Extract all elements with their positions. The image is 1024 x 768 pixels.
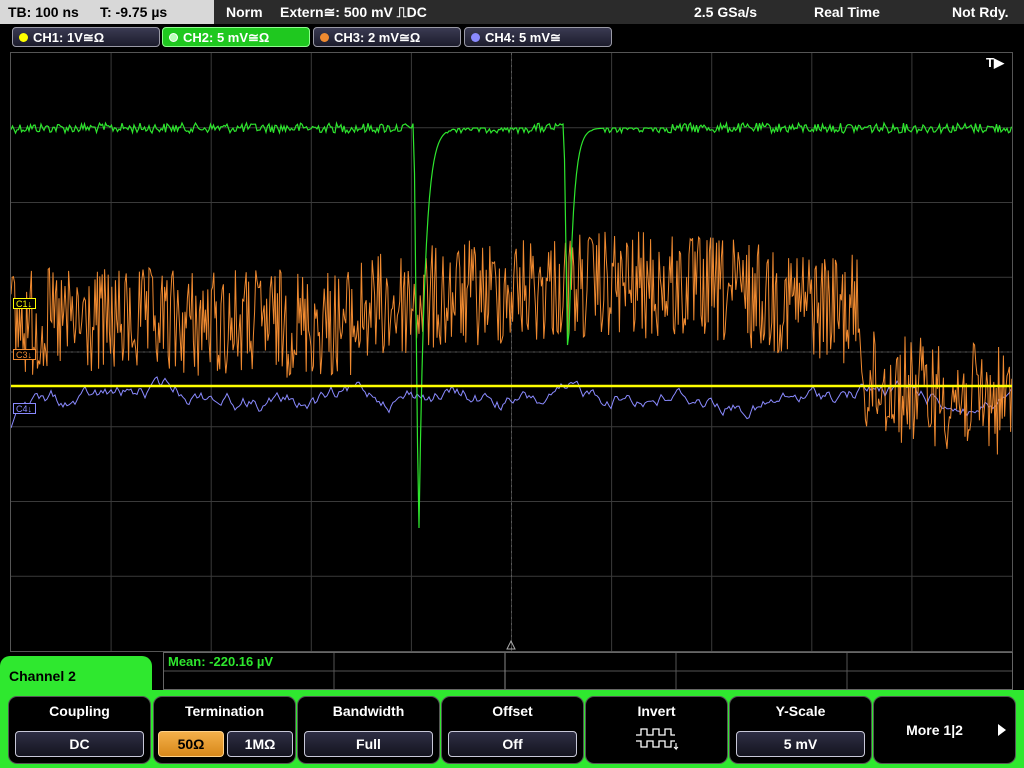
ready-state: Not Rdy. [952, 4, 1009, 20]
ch4-dot-icon [471, 33, 480, 42]
trigger-marker-icon: T▶ [986, 55, 1004, 70]
measurement-panel: Mean: -220.16 µV [163, 652, 1013, 690]
ch1-dot-icon [19, 33, 28, 42]
offset-softkey[interactable]: Offset Off [441, 696, 584, 764]
termination-softkey[interactable]: Termination 50Ω 1MΩ [153, 696, 296, 764]
menu-title: Channel 2 [9, 668, 76, 684]
trigger-mode[interactable]: Norm [226, 0, 263, 24]
tab-ch1[interactable]: CH1: 1V≅Ω [12, 27, 160, 47]
termination-50ohm-button[interactable]: 50Ω [158, 731, 224, 757]
more-softkey[interactable]: More 1|2 [873, 696, 1016, 764]
timebase-box[interactable]: TB: 100 ns T: -9.75 µs [0, 0, 214, 24]
acquisition-mode: Real Time [814, 4, 880, 20]
ch3-label: CH3: 2 mV≅Ω [334, 30, 421, 45]
termination-1mohm-button[interactable]: 1MΩ [227, 731, 293, 757]
sample-rate: 2.5 GSa/s [694, 4, 758, 20]
ch4-level-marker[interactable]: C4↓ [13, 403, 37, 414]
ch3-level-marker[interactable]: C3↓ [13, 349, 37, 360]
tab-ch3[interactable]: CH3: 2 mV≅Ω [313, 27, 461, 47]
ch1-level-marker[interactable]: C1↓ [13, 298, 37, 309]
y-scale-title: Y-Scale [775, 703, 826, 719]
y-scale-value-button[interactable]: 5 mV [736, 731, 865, 757]
mean-measurement: Mean: -220.16 µV [168, 654, 274, 669]
softkey-bar: Coupling DC Termination 50Ω 1MΩ Bandwidt… [0, 690, 1024, 768]
invert-waveform-icon [636, 728, 679, 751]
coupling-title: Coupling [49, 703, 110, 719]
offset-value-button[interactable]: Off [448, 731, 577, 757]
waveform-canvas [11, 53, 1012, 651]
trigger-source[interactable]: Extern≅: 500 mV ⎍DC [280, 0, 427, 24]
tab-ch4[interactable]: CH4: 5 mV≅ [464, 27, 612, 47]
ch2-label: CH2: 5 mV≅Ω [183, 30, 270, 45]
invert-title: Invert [637, 703, 676, 719]
coupling-softkey[interactable]: Coupling DC [8, 696, 151, 764]
chevron-right-icon [998, 724, 1006, 736]
bandwidth-value-button[interactable]: Full [304, 731, 433, 757]
ch1-label: CH1: 1V≅Ω [33, 30, 105, 45]
trigger-time-value: T: -9.75 µs [100, 4, 168, 20]
invert-softkey[interactable]: Invert [585, 696, 728, 764]
y-scale-softkey[interactable]: Y-Scale 5 mV [729, 696, 872, 764]
more-label: More 1|2 [906, 722, 963, 738]
measurement-grid [164, 653, 1012, 689]
tab-ch2[interactable]: CH2: 5 mV≅Ω [162, 27, 310, 47]
bandwidth-title: Bandwidth [332, 703, 405, 719]
status-bar: TB: 100 ns T: -9.75 µs Norm Extern≅: 500… [0, 0, 1024, 24]
bandwidth-softkey[interactable]: Bandwidth Full [297, 696, 440, 764]
ch4-label: CH4: 5 mV≅ [485, 30, 561, 45]
coupling-value-button[interactable]: DC [15, 731, 144, 757]
ch3-dot-icon [320, 33, 329, 42]
graticule [11, 53, 1012, 651]
termination-title: Termination [184, 703, 265, 719]
channel-tabs: CH1: 1V≅Ω CH2: 5 mV≅Ω CH3: 2 mV≅Ω CH4: 5… [0, 24, 1024, 50]
timebase-value: TB: 100 ns [8, 4, 79, 20]
waveform-display[interactable]: T▶ C1↓ C3↓ C4↓ [10, 52, 1013, 652]
ch2-dot-icon [169, 33, 178, 42]
offset-title: Offset [492, 703, 533, 719]
